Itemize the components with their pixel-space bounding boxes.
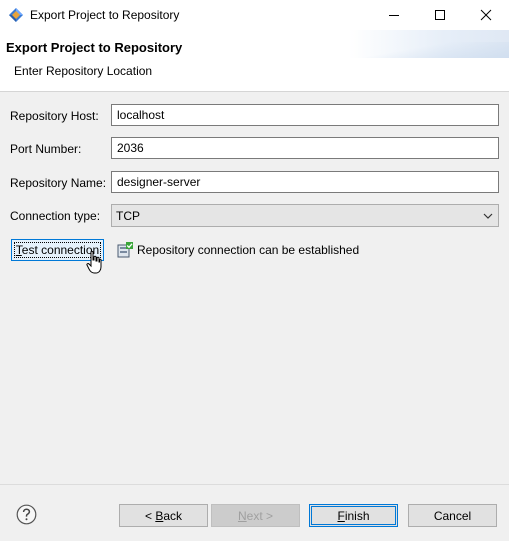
chevron-down-icon [483,213,493,219]
next-rest: ext > [246,508,274,523]
wizard-header: Export Project to Repository Enter Repos… [0,30,509,92]
connection-type-label: Connection type: [10,209,101,223]
next-mnemonic: N [237,508,247,523]
maximize-icon [435,10,445,20]
minimize-icon [389,15,399,16]
page-subtitle: Enter Repository Location [14,64,153,78]
title-bar: Export Project to Repository [0,0,509,30]
close-icon [480,9,492,21]
page-title: Export Project to Repository [6,40,183,55]
repository-host-input[interactable] [111,104,499,126]
close-button[interactable] [463,0,509,30]
port-number-input[interactable] [111,137,499,159]
finish-button[interactable]: Finish [309,504,398,527]
connection-type-select[interactable]: TCP [111,204,499,227]
back-button[interactable]: < Back [119,504,208,527]
maximize-button[interactable] [417,0,463,30]
repository-ok-icon [117,242,133,258]
repository-host-label: Repository Host: [10,109,99,123]
footer-separator [0,484,509,485]
repository-name-label: Repository Name: [10,176,107,190]
next-button[interactable]: Next > [211,504,300,527]
connection-status-text: Repository connection can be established [137,243,360,257]
back-prefix: < [144,508,156,523]
default-button-ring [311,506,396,525]
port-number-label: Port Number: [10,142,82,156]
back-mnemonic: B [155,508,164,523]
back-rest: ack [163,508,183,523]
connection-type-value: TCP [116,209,140,223]
minimize-button[interactable] [371,0,417,30]
app-icon [9,8,23,22]
repository-name-input[interactable] [111,171,499,193]
header-banner [349,30,509,58]
cancel-button[interactable]: Cancel [408,504,497,527]
mouse-cursor-icon [86,251,102,274]
help-icon[interactable] [16,504,37,525]
window-title: Export Project to Repository [30,8,180,22]
